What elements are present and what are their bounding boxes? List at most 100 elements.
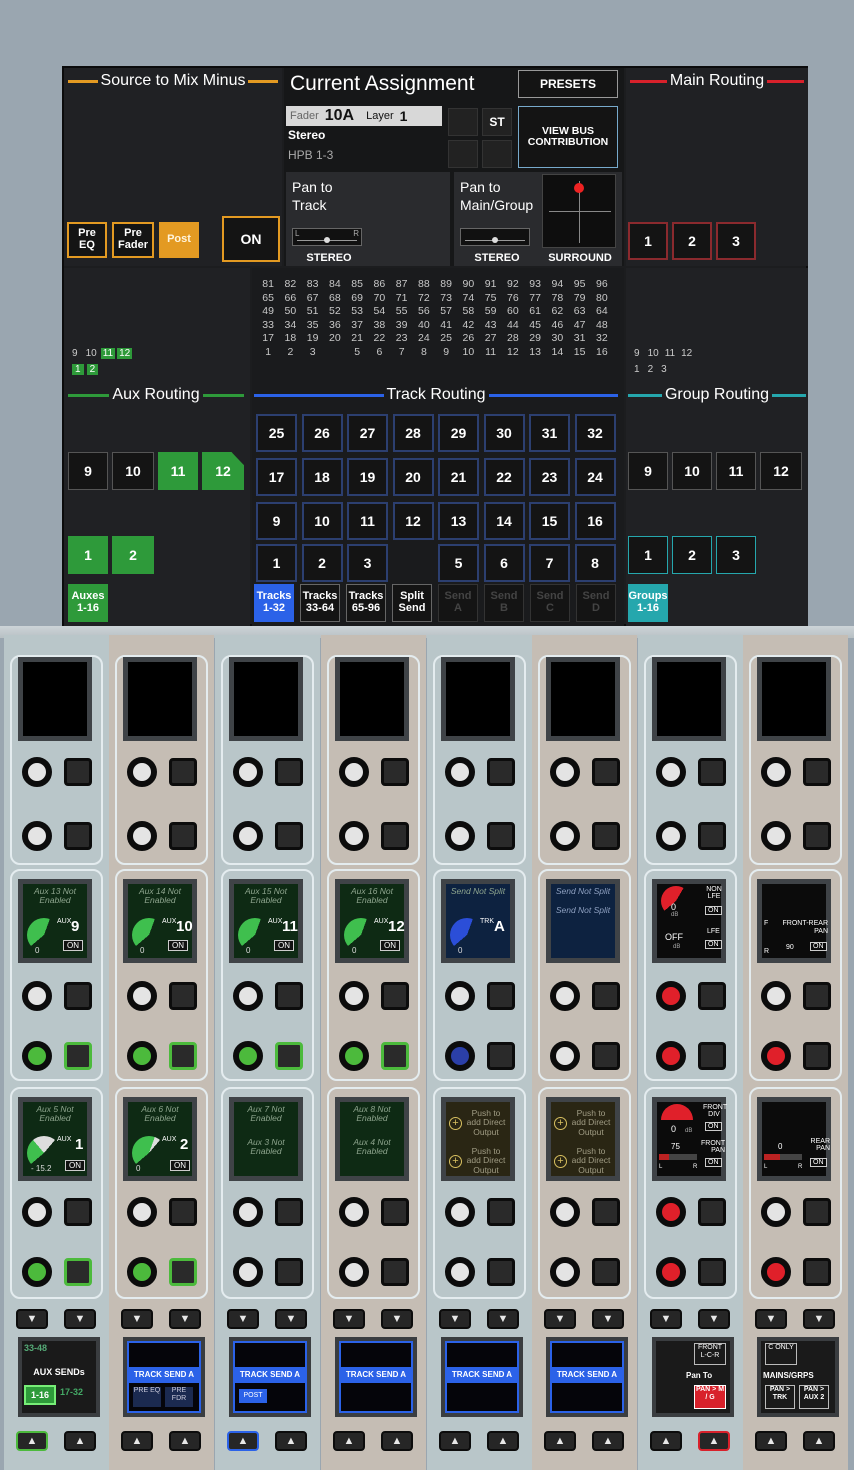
- track-6-button[interactable]: 6: [483, 544, 525, 582]
- pan-trk-softkey[interactable]: PAN > TRK: [765, 1385, 795, 1409]
- track-23-button[interactable]: 23: [529, 458, 570, 496]
- channel-key[interactable]: [64, 1258, 92, 1286]
- aux-bank-33-48[interactable]: 33-48: [24, 1343, 47, 1353]
- track-11-button[interactable]: 11: [347, 502, 388, 540]
- chevron-up-icon[interactable]: ▲: [64, 1431, 96, 1451]
- rotary-knob[interactable]: [22, 1257, 52, 1287]
- channel-key[interactable]: [275, 1258, 303, 1286]
- track-10-button[interactable]: 10: [301, 502, 343, 540]
- chevron-down-icon[interactable]: ▼: [333, 1309, 365, 1329]
- chevron-down-icon[interactable]: ▼: [121, 1309, 153, 1329]
- track-send-label[interactable]: TRACK SEND A: [341, 1367, 411, 1383]
- channel-key[interactable]: [64, 758, 92, 786]
- channel-key[interactable]: [381, 982, 409, 1010]
- chevron-down-icon[interactable]: ▼: [755, 1309, 787, 1329]
- auxes-tab[interactable]: Auxes 1-16: [68, 584, 108, 622]
- channel-key[interactable]: [275, 982, 303, 1010]
- slot-3[interactable]: [482, 140, 512, 168]
- rotary-knob[interactable]: [761, 1257, 791, 1287]
- channel-key[interactable]: [381, 822, 409, 850]
- track-9-button[interactable]: 9: [256, 502, 297, 540]
- on-button[interactable]: ON: [222, 216, 280, 262]
- rear-pan-on[interactable]: ON: [810, 1158, 827, 1167]
- track-31-button[interactable]: 31: [529, 414, 570, 452]
- track-17-button[interactable]: 17: [256, 458, 297, 496]
- direct-output-1[interactable]: + Push to add Direct Output: [449, 1108, 507, 1137]
- channel-key[interactable]: [698, 758, 726, 786]
- rotary-knob[interactable]: [127, 1041, 157, 1071]
- chevron-down-icon[interactable]: ▼: [275, 1309, 307, 1329]
- channel-key[interactable]: [698, 1258, 726, 1286]
- channel-key[interactable]: [275, 1198, 303, 1226]
- track-12-button[interactable]: 12: [392, 502, 434, 540]
- channel-key[interactable]: [169, 822, 197, 850]
- rotary-knob[interactable]: [656, 981, 686, 1011]
- aux-1-button[interactable]: 1: [68, 536, 108, 574]
- channel-key[interactable]: [592, 982, 620, 1010]
- chevron-up-icon[interactable]: ▲: [227, 1431, 259, 1451]
- channel-key[interactable]: [381, 758, 409, 786]
- track-3-button[interactable]: 3: [347, 544, 388, 582]
- chevron-up-icon[interactable]: ▲: [544, 1431, 576, 1451]
- rotary-knob[interactable]: [233, 1197, 263, 1227]
- pan-main-slider[interactable]: [460, 228, 530, 246]
- non-lfe-on[interactable]: ON: [705, 906, 722, 915]
- track-5-button[interactable]: 5: [438, 544, 479, 582]
- main-1-button[interactable]: 1: [628, 222, 668, 260]
- channel-key[interactable]: [64, 1042, 92, 1070]
- group-3-button[interactable]: 3: [716, 536, 756, 574]
- front-div-on[interactable]: ON: [705, 1122, 722, 1131]
- channel-key[interactable]: [487, 1258, 515, 1286]
- channel-key[interactable]: [487, 982, 515, 1010]
- lfe-on[interactable]: ON: [705, 940, 722, 949]
- channel-key[interactable]: [487, 822, 515, 850]
- send-on-button[interactable]: ON: [380, 940, 400, 951]
- direct-output-2[interactable]: + Push to add Direct Output: [554, 1146, 612, 1175]
- rotary-knob[interactable]: [22, 981, 52, 1011]
- group-9-button[interactable]: 9: [628, 452, 668, 490]
- rotary-knob[interactable]: [656, 821, 686, 851]
- channel-key[interactable]: [381, 1258, 409, 1286]
- channel-key[interactable]: [803, 1042, 831, 1070]
- rotary-knob[interactable]: [761, 1041, 791, 1071]
- surround-position-dot[interactable]: [574, 183, 584, 193]
- channel-key[interactable]: [381, 1042, 409, 1070]
- channel-key[interactable]: [592, 1258, 620, 1286]
- channel-key[interactable]: [803, 822, 831, 850]
- pan-aux-softkey[interactable]: PAN > AUX 2: [799, 1385, 829, 1409]
- chevron-down-icon[interactable]: ▼: [650, 1309, 682, 1329]
- track-20-button[interactable]: 20: [392, 458, 434, 496]
- chevron-down-icon[interactable]: ▼: [169, 1309, 201, 1329]
- channel-key[interactable]: [487, 1198, 515, 1226]
- channel-key[interactable]: [169, 1198, 197, 1226]
- chevron-down-icon[interactable]: ▼: [803, 1309, 835, 1329]
- rotary-knob[interactable]: [22, 757, 52, 787]
- channel-key[interactable]: [64, 982, 92, 1010]
- channel-key[interactable]: [64, 822, 92, 850]
- track-tab-2[interactable]: Tracks 33-64: [300, 584, 340, 622]
- rotary-knob[interactable]: [761, 981, 791, 1011]
- rotary-knob[interactable]: [233, 1041, 263, 1071]
- chevron-down-icon[interactable]: ▼: [487, 1309, 519, 1329]
- rotary-knob[interactable]: [550, 1041, 580, 1071]
- channel-key[interactable]: [803, 758, 831, 786]
- track-21-button[interactable]: 21: [438, 458, 479, 496]
- send-on-button[interactable]: ON: [65, 1160, 85, 1171]
- rotary-knob[interactable]: [550, 757, 580, 787]
- track-tab-4[interactable]: Split Send: [392, 584, 432, 622]
- front-pan-bar[interactable]: [659, 1154, 697, 1160]
- chevron-up-icon[interactable]: ▲: [650, 1431, 682, 1451]
- rotary-knob[interactable]: [656, 1197, 686, 1227]
- chevron-down-icon[interactable]: ▼: [16, 1309, 48, 1329]
- track-22-button[interactable]: 22: [483, 458, 525, 496]
- channel-key[interactable]: [169, 982, 197, 1010]
- group-12-button[interactable]: 12: [760, 452, 802, 490]
- send-on-button[interactable]: ON: [274, 940, 294, 951]
- aux-bank-17-32[interactable]: 17-32: [60, 1387, 83, 1397]
- view-bus-button[interactable]: VIEW BUS CONTRIBUTION: [518, 106, 618, 168]
- chevron-down-icon[interactable]: ▼: [439, 1309, 471, 1329]
- track-30-button[interactable]: 30: [483, 414, 525, 452]
- main-2-button[interactable]: 2: [672, 222, 712, 260]
- track-19-button[interactable]: 19: [347, 458, 388, 496]
- send-on-button[interactable]: ON: [170, 1160, 190, 1171]
